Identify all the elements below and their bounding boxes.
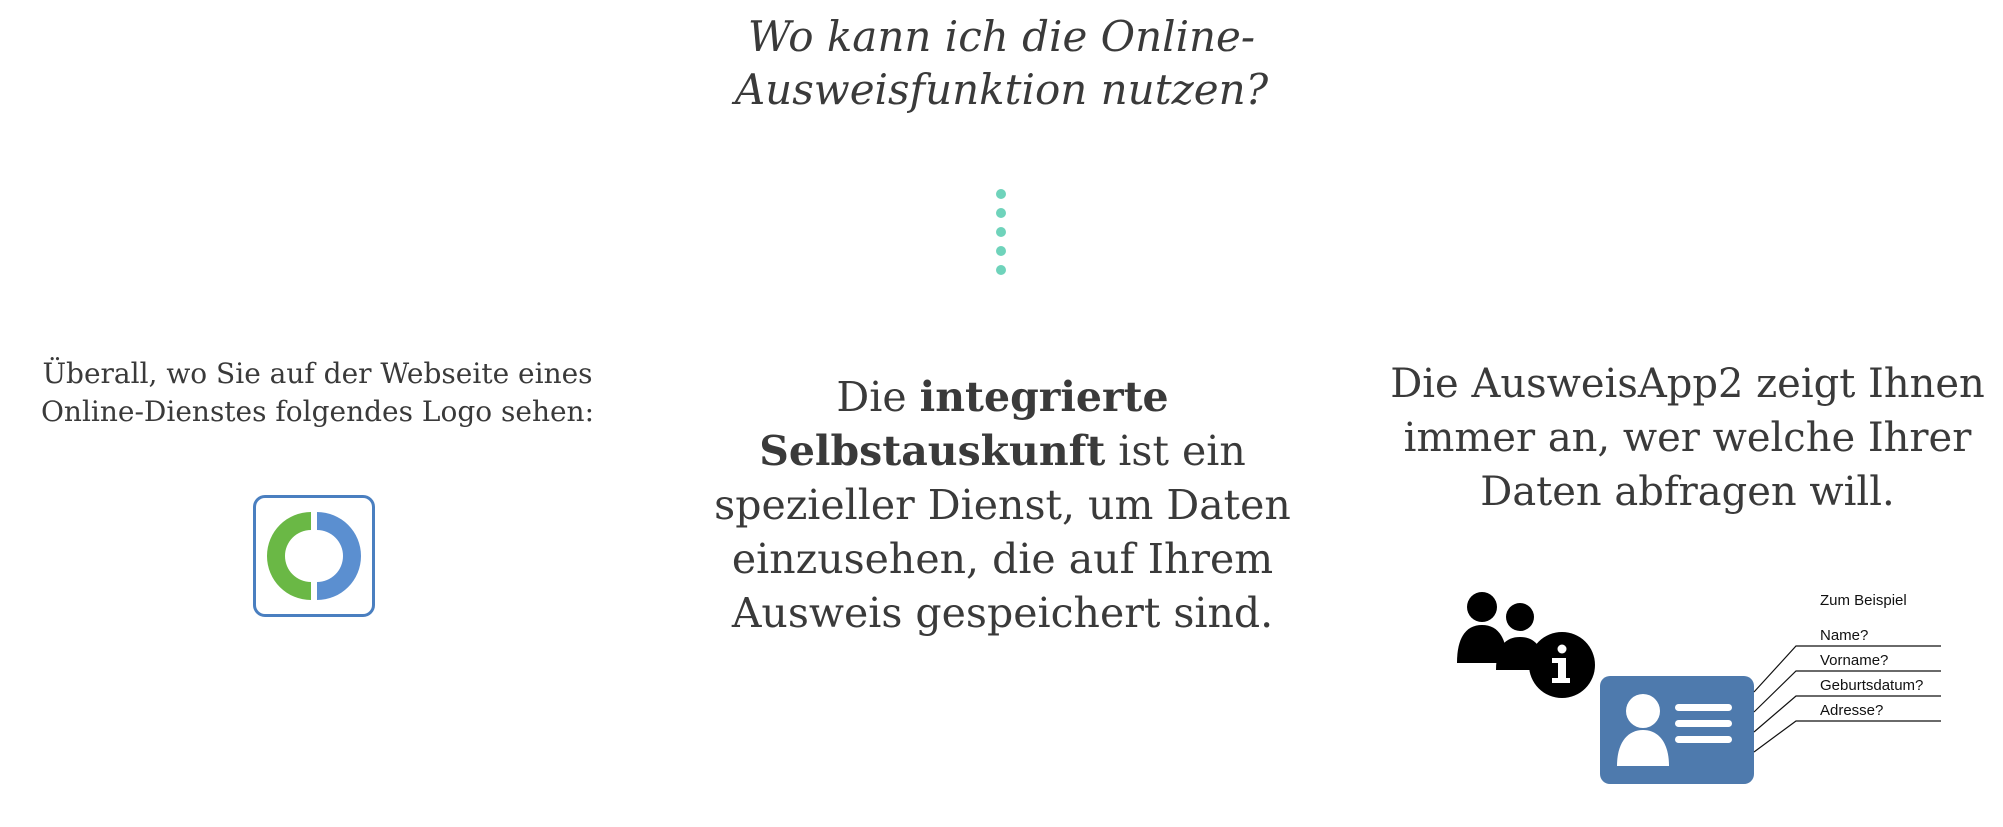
dotted-divider xyxy=(995,189,1007,284)
app-info-line-2: immer an, wer welche Ihrer xyxy=(1403,415,1972,461)
data-request-illustration: Zum Beispiel Name? Vorname? Geburtsdatum… xyxy=(1450,580,1950,790)
ausweisapp-logo-icon xyxy=(253,495,375,617)
logo-hint-line-2: Online-Dienstes folgendes Logo sehen: xyxy=(40,395,595,428)
logo-hint-line-1: Überall, wo Sie auf der Webseite eines xyxy=(42,357,593,390)
id-card-icon xyxy=(1600,676,1754,784)
divider-dot xyxy=(996,208,1006,218)
example-label: Zum Beispiel xyxy=(1820,592,1907,609)
field-label-vorname: Vorname? xyxy=(1820,652,1889,669)
self-disclosure-text: Die integrierte Selbstauskunft ist ein s… xyxy=(700,370,1305,640)
info-icon xyxy=(1529,632,1595,698)
divider-dot xyxy=(996,246,1006,256)
field-label-name: Name? xyxy=(1820,627,1869,644)
field-label-adresse: Adresse? xyxy=(1820,702,1884,719)
app-info-text: Die AusweisApp2 zeigt Ihnen immer an, we… xyxy=(1380,357,1995,519)
app-info-line-3: Daten abfragen will. xyxy=(1480,469,1895,515)
logo-ring-graphic xyxy=(267,512,361,600)
heading-line-2: Ausweisfunktion nutzen? xyxy=(734,65,1269,114)
divider-dot xyxy=(996,227,1006,237)
heading-line-1: Wo kann ich die Online- xyxy=(747,12,1256,61)
divider-dot xyxy=(996,189,1006,199)
self-disclosure-prefix: Die xyxy=(836,373,920,421)
page-heading: Wo kann ich die Online- Ausweisfunktion … xyxy=(0,10,2003,116)
app-info-line-1: Die AusweisApp2 zeigt Ihnen xyxy=(1390,361,1985,407)
field-label-geburtsdatum: Geburtsdatum? xyxy=(1820,677,1924,694)
logo-hint-text: Überall, wo Sie auf der Webseite eines O… xyxy=(20,355,615,431)
divider-dot xyxy=(996,265,1006,275)
